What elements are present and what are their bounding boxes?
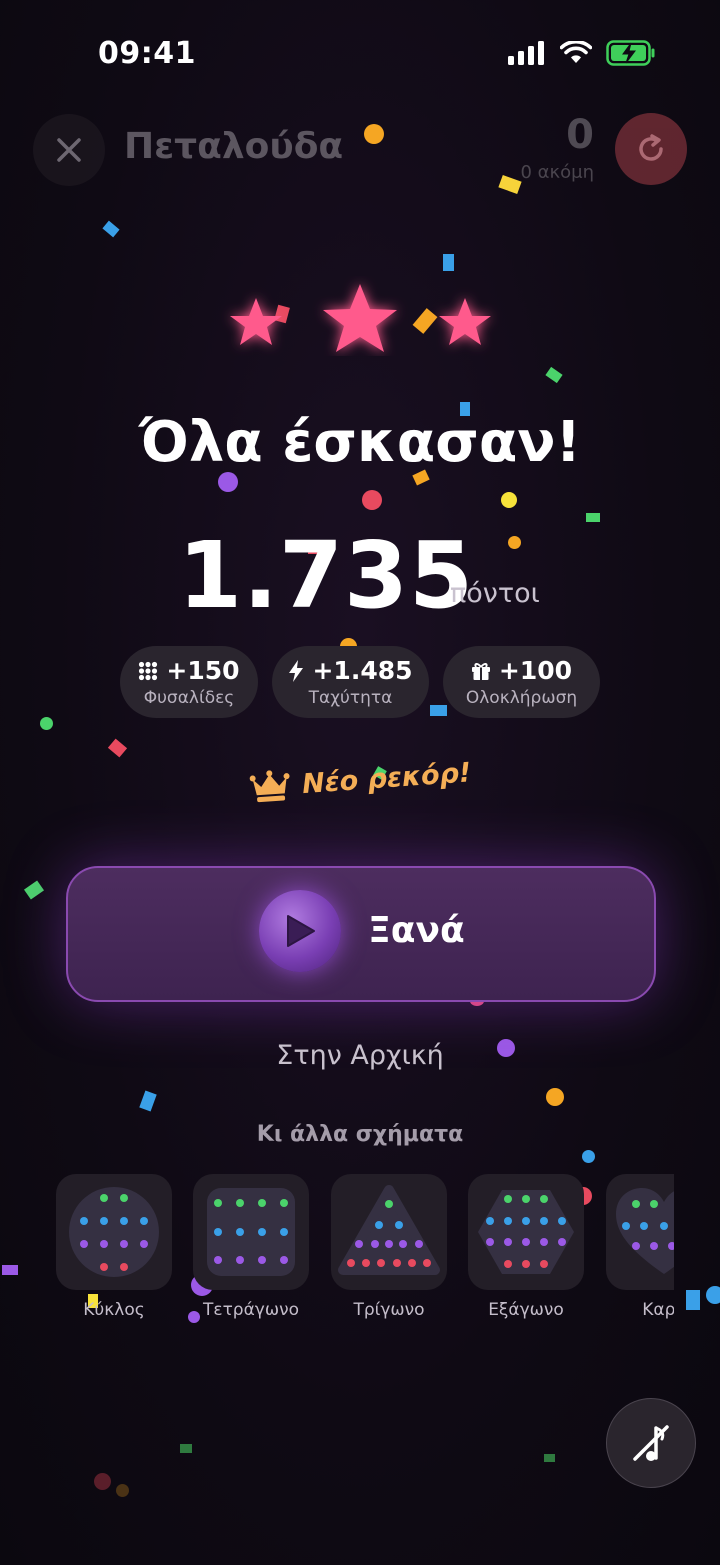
- chip-value: +1.485: [312, 656, 413, 685]
- shape-card-circle[interactable]: [56, 1174, 172, 1290]
- star-icon: [439, 298, 491, 345]
- star-rating: [230, 284, 491, 352]
- home-link[interactable]: Στην Αρχική: [0, 1040, 720, 1071]
- play-icon-circle[interactable]: [259, 890, 341, 972]
- header-score: 0: [566, 112, 594, 158]
- chip-label: Ταχύτητα: [308, 688, 393, 708]
- chip-value: +150: [166, 656, 240, 685]
- grid-icon: [139, 661, 158, 680]
- more-shapes-row[interactable]: Κύκλος Τετράγωνο Τρίγωνο Εξάγωνο Καρ: [56, 1174, 674, 1334]
- points-unit: πόντοι: [450, 578, 540, 609]
- battery-charging-icon: [606, 40, 655, 66]
- play-again-label[interactable]: Ξανά: [368, 910, 465, 951]
- restart-icon: [639, 134, 663, 161]
- shape-name: Τρίγωνο: [353, 1300, 425, 1320]
- restart-button[interactable]: [615, 113, 687, 185]
- points-value: 1.735: [178, 522, 475, 629]
- close-button[interactable]: [33, 114, 105, 186]
- new-record-badge: Νέο ρεκόρ!: [249, 756, 472, 803]
- more-shapes-title: Κι άλλα σχήματα: [256, 1122, 464, 1147]
- result-headline: Όλα έσκασαν!: [138, 410, 582, 475]
- circle-shape-icon: [69, 1187, 159, 1277]
- star-icon: [323, 284, 397, 352]
- gift-icon: [471, 662, 490, 680]
- status-time: 09:41: [98, 36, 196, 71]
- wifi-icon: [560, 41, 592, 63]
- shape-card-triangle[interactable]: [331, 1174, 447, 1290]
- shape-name: Κύκλος: [83, 1300, 145, 1320]
- close-icon: [57, 138, 81, 162]
- star-icon: [230, 298, 282, 345]
- chip-value: +100: [498, 656, 573, 685]
- sound-off-icon: [633, 1425, 669, 1461]
- play-icon: [287, 915, 315, 947]
- triangle-shape-icon: [338, 1185, 440, 1275]
- heart-shape-icon: [616, 1188, 674, 1274]
- chip-label: Φυσαλίδες: [143, 688, 235, 708]
- shape-card-square[interactable]: [193, 1174, 309, 1290]
- signal-icon: [508, 41, 544, 65]
- hexagon-shape-icon: [478, 1190, 574, 1274]
- play-again-button[interactable]: [66, 866, 656, 1002]
- square-shape-icon: [207, 1188, 295, 1276]
- shape-name: Καρδ: [642, 1300, 674, 1320]
- completion-bonus-chip: +100 Ολοκλήρωση: [443, 646, 600, 718]
- speed-bonus-chip: +1.485 Ταχύτητα: [272, 646, 429, 718]
- mute-button[interactable]: [606, 1398, 696, 1488]
- bubbles-bonus-chip: +150 Φυσαλίδες: [120, 646, 258, 718]
- shape-card-heart[interactable]: [606, 1174, 674, 1290]
- crown-icon: [249, 770, 290, 803]
- shape-name: Εξάγωνο: [488, 1300, 564, 1320]
- shape-card-hexagon[interactable]: [468, 1174, 584, 1290]
- new-record-text: Νέο ρεκόρ!: [301, 756, 473, 800]
- shape-name: Τετράγωνο: [203, 1300, 299, 1320]
- remaining-count: 0 ακόμη: [520, 162, 594, 183]
- bolt-icon: [289, 659, 304, 682]
- level-title: Πεταλούδα: [124, 126, 344, 167]
- status-icons: [508, 40, 656, 66]
- chip-label: Ολοκλήρωση: [465, 688, 578, 708]
